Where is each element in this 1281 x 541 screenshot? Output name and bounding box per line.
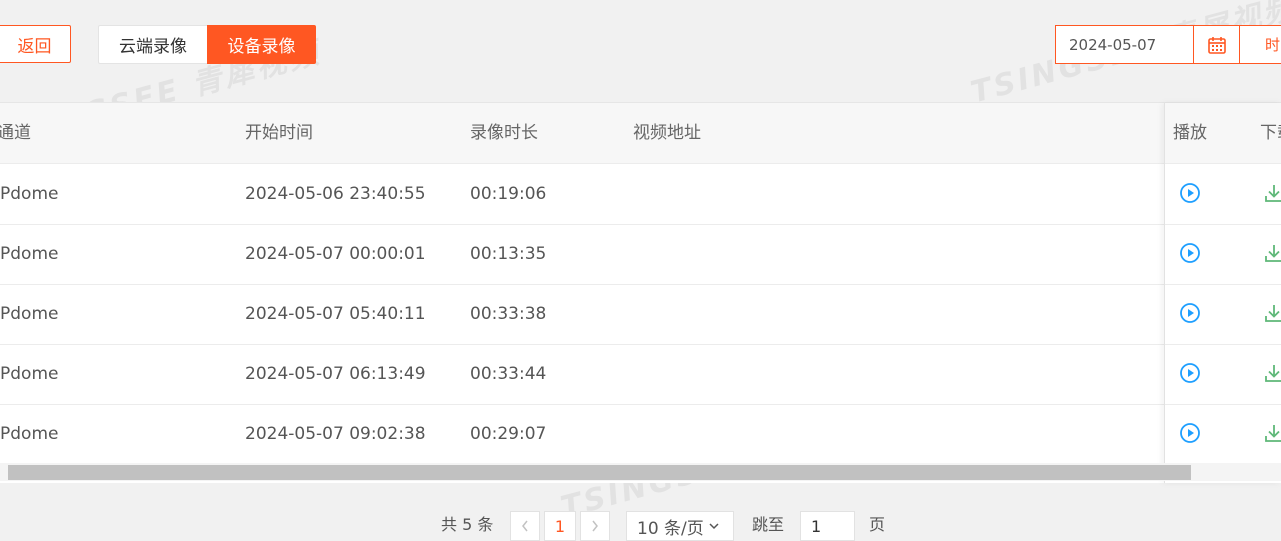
page-size-select[interactable]: 10 条/页 (626, 511, 734, 541)
cell-channel: Pdome (0, 364, 59, 384)
prev-page-button[interactable] (510, 511, 540, 541)
download-icon (1265, 425, 1281, 442)
cell-start-time: 2024-05-06 23:40:55 (245, 184, 426, 204)
page-button-current[interactable]: 1 (544, 511, 576, 541)
download-icon (1265, 365, 1281, 382)
table-row: Pdome 2024-05-06 23:40:55 00:19:06 (0, 164, 1281, 225)
play-circle-icon (1180, 303, 1200, 323)
total-count: 共 5 条 (441, 515, 494, 534)
play-button[interactable] (1179, 362, 1201, 388)
column-header-video-url: 视频地址 (633, 123, 701, 143)
cell-duration: 00:33:38 (470, 304, 547, 324)
back-button[interactable]: 返回 (0, 25, 71, 63)
scrollbar-thumb[interactable] (8, 465, 1191, 480)
jump-to-label: 跳至 (752, 515, 785, 534)
table-row: Pdome 2024-05-07 06:13:49 00:33:44 (0, 344, 1281, 405)
download-button[interactable] (1263, 302, 1281, 328)
play-button[interactable] (1179, 422, 1201, 448)
cell-start-time: 2024-05-07 06:13:49 (245, 364, 426, 384)
play-button[interactable] (1179, 182, 1201, 208)
column-header-start-time: 开始时间 (245, 123, 313, 143)
play-circle-icon (1180, 363, 1200, 383)
cell-duration: 00:13:35 (470, 244, 547, 264)
cell-channel: Pdome (0, 304, 59, 324)
fixed-action-column (1164, 103, 1281, 483)
cell-start-time: 2024-05-07 05:40:11 (245, 304, 426, 324)
column-header-channel: 通道 (0, 123, 31, 143)
download-icon (1265, 185, 1281, 202)
cell-duration: 00:29:07 (470, 424, 547, 444)
cell-channel: Pdome (0, 424, 59, 444)
download-icon (1265, 305, 1281, 322)
calendar-icon (1207, 36, 1226, 54)
table-header: 通道 开始时间 录像时长 视频地址 播放 下载 (0, 103, 1281, 164)
download-button[interactable] (1263, 362, 1281, 388)
chevron-right-icon (592, 520, 598, 532)
page-size-label: 10 条/页 (637, 518, 704, 539)
play-circle-icon (1180, 423, 1200, 443)
table-row: Pdome 2024-05-07 09:02:38 00:29:07 (0, 404, 1281, 465)
cell-duration: 00:19:06 (470, 184, 547, 204)
play-circle-icon (1180, 183, 1200, 203)
recording-table: 通道 开始时间 录像时长 视频地址 播放 下载 Pdome 2024-05-06… (0, 102, 1281, 483)
chevron-left-icon (522, 520, 528, 532)
time-button[interactable]: 时 (1239, 25, 1281, 64)
jump-page-input[interactable]: 1 (800, 511, 855, 541)
chevron-down-icon (709, 523, 719, 530)
cell-start-time: 2024-05-07 09:02:38 (245, 424, 426, 444)
cell-channel: Pdome (0, 184, 59, 204)
calendar-button[interactable] (1193, 25, 1240, 64)
play-circle-icon (1180, 243, 1200, 263)
play-button[interactable] (1179, 302, 1201, 328)
table-row: Pdome 2024-05-07 00:00:01 00:13:35 (0, 224, 1281, 285)
cell-start-time: 2024-05-07 00:00:01 (245, 244, 426, 264)
next-page-button[interactable] (580, 511, 610, 541)
tab-cloud-recording[interactable]: 云端录像 (98, 25, 207, 64)
play-button[interactable] (1179, 242, 1201, 268)
column-header-duration: 录像时长 (470, 123, 538, 143)
download-button[interactable] (1263, 242, 1281, 268)
cell-duration: 00:33:44 (470, 364, 547, 384)
tab-device-recording[interactable]: 设备录像 (207, 25, 316, 64)
page-suffix-label: 页 (869, 515, 886, 534)
download-button[interactable] (1263, 422, 1281, 448)
date-input[interactable]: 2024-05-07 (1055, 25, 1194, 64)
download-icon (1265, 245, 1281, 262)
download-button[interactable] (1263, 182, 1281, 208)
cell-channel: Pdome (0, 244, 59, 264)
table-row: Pdome 2024-05-07 05:40:11 00:33:38 (0, 284, 1281, 345)
